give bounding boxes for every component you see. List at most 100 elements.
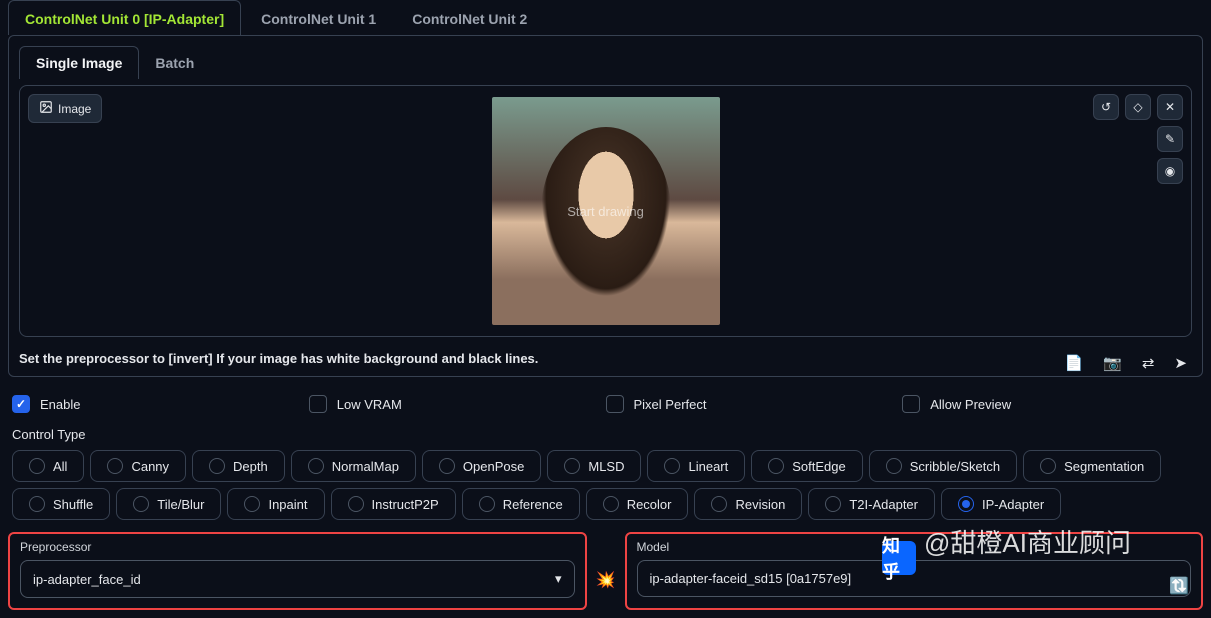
checkbox-pixel-perfect[interactable]: Pixel Perfect (606, 395, 903, 413)
radio-dot (308, 458, 324, 474)
radio-label: MLSD (588, 459, 624, 474)
control-type-reference[interactable]: Reference (462, 488, 580, 520)
radio-dot (711, 496, 727, 512)
radio-dot (886, 458, 902, 474)
radio-dot (107, 458, 123, 474)
checkbox-label: Enable (40, 397, 80, 412)
control-type-inpaint[interactable]: Inpaint (227, 488, 324, 520)
checkbox-box[interactable] (606, 395, 624, 413)
radio-label: Shuffle (53, 497, 93, 512)
pencil-icon[interactable]: ✎ (1157, 126, 1183, 152)
control-type-softedge[interactable]: SoftEdge (751, 450, 863, 482)
radio-label: Lineart (688, 459, 728, 474)
control-type-canny[interactable]: Canny (90, 450, 186, 482)
control-type-depth[interactable]: Depth (192, 450, 285, 482)
radio-dot (1040, 458, 1056, 474)
camera-icon[interactable]: 📷 (1103, 354, 1122, 372)
swap-icon[interactable]: ⇄ (1142, 354, 1155, 372)
control-type-recolor[interactable]: Recolor (586, 488, 689, 520)
control-type-mlsd[interactable]: MLSD (547, 450, 641, 482)
checkbox-box[interactable] (12, 395, 30, 413)
radio-label: All (53, 459, 67, 474)
model-select[interactable]: ip-adapter-faceid_sd15 [0a1757e9] (637, 560, 1192, 597)
radio-dot (479, 496, 495, 512)
image-drop-area[interactable]: Image Start drawing ↺ ◇ ✕ ✎ ◉ (19, 85, 1192, 337)
options-checkboxes: Enable Low VRAM Pixel Perfect Allow Preview (0, 377, 1211, 421)
radio-dot (29, 496, 45, 512)
control-type-tile-blur[interactable]: Tile/Blur (116, 488, 221, 520)
image-button-label: Image (58, 102, 91, 116)
control-type-options: All Canny Depth NormalMap OpenPose MLSD Linear… (0, 446, 1211, 524)
radio-label: Canny (131, 459, 169, 474)
radio-dot (825, 496, 841, 512)
radio-dot (348, 496, 364, 512)
preprocessor-label: Preprocessor (20, 538, 575, 560)
radio-dot (768, 458, 784, 474)
radio-dot (564, 458, 580, 474)
control-type-instructp2p[interactable]: InstructP2P (331, 488, 456, 520)
erase-icon[interactable]: ◇ (1125, 94, 1151, 120)
radio-label: IP-Adapter (982, 497, 1044, 512)
radio-label: Tile/Blur (157, 497, 204, 512)
radio-label: NormalMap (332, 459, 399, 474)
checkbox-box[interactable] (902, 395, 920, 413)
undo-icon[interactable]: ↺ (1093, 94, 1119, 120)
control-type-ip-adapter[interactable]: IP-Adapter (941, 488, 1061, 520)
control-type-shuffle[interactable]: Shuffle (12, 488, 110, 520)
radio-label: OpenPose (463, 459, 524, 474)
control-type-label: Control Type (0, 421, 1211, 446)
close-icon[interactable]: ✕ (1157, 94, 1183, 120)
radio-dot (664, 458, 680, 474)
radio-label: T2I-Adapter (849, 497, 918, 512)
radio-label: Depth (233, 459, 268, 474)
checkbox-allow-preview[interactable]: Allow Preview (902, 395, 1199, 413)
explosion-icon[interactable]: 💥 (597, 550, 615, 610)
image-preview: Start drawing (492, 97, 720, 325)
refresh-icon[interactable]: 🔃 (1169, 576, 1189, 596)
checkbox-box[interactable] (309, 395, 327, 413)
radio-dot (603, 496, 619, 512)
tab-controlnet-unit-0-ip-adapter-[interactable]: ControlNet Unit 0 [IP-Adapter] (8, 0, 241, 35)
document-icon[interactable]: 📄 (1064, 354, 1083, 372)
tab-controlnet-unit-1[interactable]: ControlNet Unit 1 (245, 1, 392, 35)
radio-label: Scribble/Sketch (910, 459, 1000, 474)
checkbox-label: Allow Preview (930, 397, 1011, 412)
radio-label: Segmentation (1064, 459, 1144, 474)
image-upload-button[interactable]: Image (28, 94, 102, 123)
send-icon[interactable]: ➤ (1174, 354, 1187, 372)
control-type-all[interactable]: All (12, 450, 84, 482)
radio-label: InstructP2P (372, 497, 439, 512)
radio-label: Inpaint (268, 497, 307, 512)
control-type-t2i-adapter[interactable]: T2I-Adapter (808, 488, 935, 520)
checkbox-label: Pixel Perfect (634, 397, 707, 412)
preprocessor-select[interactable]: ip-adapter_face_id ▾ (20, 560, 575, 598)
control-type-revision[interactable]: Revision (694, 488, 802, 520)
control-type-normalmap[interactable]: NormalMap (291, 450, 416, 482)
radio-dot (244, 496, 260, 512)
preprocessor-value: ip-adapter_face_id (33, 572, 141, 587)
control-type-segmentation[interactable]: Segmentation (1023, 450, 1161, 482)
control-type-lineart[interactable]: Lineart (647, 450, 745, 482)
radio-label: Recolor (627, 497, 672, 512)
checkbox-enable[interactable]: Enable (12, 395, 309, 413)
model-label: Model (637, 538, 1192, 560)
radio-dot (133, 496, 149, 512)
checkbox-label: Low VRAM (337, 397, 402, 412)
tab-batch[interactable]: Batch (139, 47, 210, 79)
radio-label: SoftEdge (792, 459, 846, 474)
checkbox-low-vram[interactable]: Low VRAM (309, 395, 606, 413)
preprocessor-group: Preprocessor ip-adapter_face_id ▾ (8, 532, 587, 610)
input-mode-tabs: Single ImageBatch (15, 46, 1196, 79)
radio-dot (439, 458, 455, 474)
control-type-scribble-sketch[interactable]: Scribble/Sketch (869, 450, 1017, 482)
color-icon[interactable]: ◉ (1157, 158, 1183, 184)
start-drawing-label: Start drawing (567, 204, 644, 219)
radio-dot (209, 458, 225, 474)
chevron-down-icon: ▾ (555, 571, 562, 587)
tab-single-image[interactable]: Single Image (19, 46, 139, 79)
tab-controlnet-unit-2[interactable]: ControlNet Unit 2 (396, 1, 543, 35)
control-type-openpose[interactable]: OpenPose (422, 450, 541, 482)
model-value: ip-adapter-faceid_sd15 [0a1757e9] (650, 571, 852, 586)
image-tool-buttons: ↺ ◇ ✕ ✎ ◉ (1093, 94, 1183, 184)
radio-label: Reference (503, 497, 563, 512)
